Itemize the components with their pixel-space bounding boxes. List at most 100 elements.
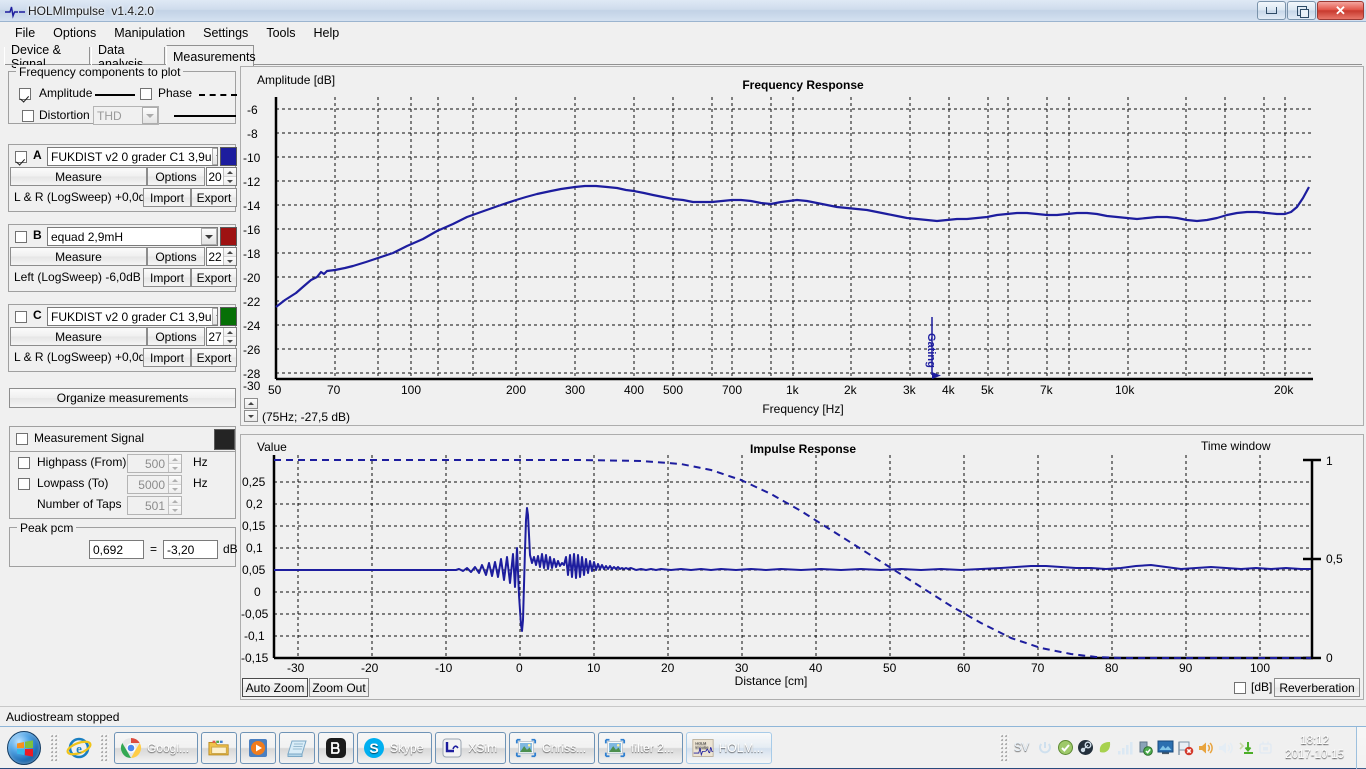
menu-options[interactable]: Options [44, 24, 105, 42]
tray-grip[interactable] [998, 732, 1009, 763]
language-indicator[interactable]: SV [1014, 742, 1029, 754]
taskbar-item-explorer[interactable] [201, 731, 238, 764]
measurement-c-count-spinner[interactable]: 27 [206, 327, 237, 346]
antivirus-icon[interactable] [1055, 738, 1075, 758]
measurement-b-options-button[interactable]: Options [147, 247, 205, 266]
steam-icon[interactable] [1075, 738, 1095, 758]
taskbar-item-holmimpulse[interactable]: HOLM Impulse HOLM... [685, 731, 773, 764]
spinner-arrows[interactable] [168, 497, 181, 514]
distortion-checkbox[interactable] [22, 110, 34, 122]
zoom-out-button[interactable]: Zoom Out [309, 678, 369, 697]
tab-device-signal[interactable]: Device & Signal [4, 43, 90, 71]
phase-checkbox[interactable] [140, 88, 152, 100]
chevron-down-icon[interactable] [211, 148, 217, 165]
menu-file[interactable]: File [6, 24, 44, 42]
taskbar-item-bitwig[interactable] [318, 731, 355, 764]
lowpass-checkbox[interactable] [18, 478, 30, 490]
tab-measurements[interactable]: Measurements [166, 45, 256, 66]
toolbar-grip-2[interactable] [99, 732, 109, 763]
measurement-b-checkbox[interactable] [15, 231, 27, 243]
peak-pcm-db-field[interactable]: -3,20 [163, 540, 218, 559]
taskbar-item-xsim[interactable]: XSim [435, 731, 507, 764]
spinner-arrows[interactable] [168, 476, 181, 493]
measurement-c-checkbox[interactable] [15, 311, 27, 323]
spinner-arrows[interactable] [223, 248, 236, 265]
show-desktop-button[interactable] [1356, 726, 1366, 769]
maximize-button[interactable] [1287, 1, 1316, 20]
lowpass-value-spinner[interactable]: 5000 [127, 475, 182, 494]
clock-date: 2017-10-15 [1285, 748, 1344, 761]
menu-tools[interactable]: Tools [257, 24, 304, 42]
menu-help[interactable]: Help [305, 24, 349, 42]
taskbar-item-chrome[interactable]: Googl... [114, 731, 199, 764]
measurement-a-import-button[interactable]: Import [143, 188, 191, 207]
amplitude-checkbox[interactable] [19, 88, 31, 100]
signal-icon[interactable] [1115, 738, 1135, 758]
spinner-arrows[interactable] [223, 328, 236, 345]
number-of-taps-spinner[interactable]: 501 [127, 496, 182, 515]
reverberation-button[interactable]: Reverberation [1274, 678, 1360, 697]
frequency-response-panel[interactable]: Amplitude [dB] Frequency Response Freque… [240, 66, 1364, 426]
scroll-down-button[interactable] [244, 410, 258, 422]
menu-manipulation[interactable]: Manipulation [105, 24, 194, 42]
clock[interactable]: 18:12 2017-10-15 [1275, 734, 1354, 762]
toolbar-grip[interactable] [49, 732, 59, 763]
peak-pcm-value-field[interactable]: 0,692 [89, 540, 144, 559]
taskbar-item-notepad[interactable] [279, 731, 316, 764]
measurement-c-options-button[interactable]: Options [147, 327, 205, 346]
measurement-a-export-button[interactable]: Export [191, 188, 237, 207]
device-icon[interactable] [1255, 738, 1275, 758]
leaf-icon[interactable] [1095, 738, 1115, 758]
install-icon[interactable] [1235, 738, 1255, 758]
measurement-c-name-combo[interactable]: FUKDIST v2 0 grader C1 3,9u [47, 307, 218, 326]
spinner-arrows[interactable] [223, 168, 236, 185]
measurement-b-import-button[interactable]: Import [143, 268, 191, 287]
auto-zoom-button[interactable]: Auto Zoom [242, 678, 308, 697]
measurement-c-measure-button[interactable]: Measure [10, 327, 147, 346]
chevron-down-icon[interactable] [201, 228, 217, 245]
measurement-b-count-spinner[interactable]: 22 [206, 247, 237, 266]
close-button[interactable]: ✕ [1317, 1, 1364, 20]
impulse-response-panel[interactable]: Value Impulse Response Time window Dista… [240, 434, 1364, 700]
highpass-checkbox[interactable] [18, 457, 30, 469]
measurement-b-measure-button[interactable]: Measure [10, 247, 147, 266]
measurement-b-name-combo[interactable]: equad 2,9mH [47, 227, 218, 246]
measurement-b-export-button[interactable]: Export [191, 268, 237, 287]
measurement-a-measure-button[interactable]: Measure [10, 167, 147, 186]
distortion-type-combo[interactable]: THD [93, 106, 159, 125]
taskbar-item-filter2[interactable]: filter 2... [598, 731, 683, 764]
measurement-signal-checkbox[interactable] [16, 433, 28, 445]
highpass-value-spinner[interactable]: 500 [127, 454, 182, 473]
chevron-down-icon[interactable] [142, 107, 158, 124]
system-tray: SV 18:12 2017-10-15 [996, 726, 1366, 769]
minimize-button[interactable] [1257, 1, 1286, 20]
measurement-a-name-combo[interactable]: FUKDIST v2 0 grader C1 3,9u [47, 147, 218, 166]
flag-alert-icon[interactable] [1175, 738, 1195, 758]
taskbar-item-media-player[interactable] [240, 731, 277, 764]
internet-explorer-icon[interactable]: e [62, 731, 96, 765]
taskbar-item-skype[interactable]: S Skype [357, 731, 433, 764]
tab-data-analysis[interactable]: Data analysis [91, 43, 165, 71]
measurement-a-count-spinner[interactable]: 20 [206, 167, 237, 186]
measurement-a-color-swatch[interactable] [220, 147, 237, 166]
volume2-icon[interactable] [1215, 738, 1235, 758]
measurement-c-color-swatch[interactable] [220, 307, 237, 326]
display-icon[interactable] [1155, 738, 1175, 758]
measurement-a-checkbox[interactable] [15, 151, 27, 163]
spinner-arrows[interactable] [168, 455, 181, 472]
measurement-a-options-button[interactable]: Options [147, 167, 205, 186]
measurement-c-export-button[interactable]: Export [191, 348, 237, 367]
organize-measurements-button[interactable]: Organize measurements [9, 388, 236, 408]
power-icon[interactable] [1035, 738, 1055, 758]
menu-settings[interactable]: Settings [194, 24, 257, 42]
scroll-up-button[interactable] [244, 398, 258, 409]
update-icon[interactable] [1135, 738, 1155, 758]
db-checkbox[interactable] [1234, 682, 1246, 694]
measurement-b-color-swatch[interactable] [220, 227, 237, 246]
measurement-signal-color-swatch[interactable] [214, 429, 235, 450]
chevron-down-icon[interactable] [211, 308, 217, 325]
measurement-c-import-button[interactable]: Import [143, 348, 191, 367]
taskbar-item-chriss[interactable]: Chriss... [509, 731, 596, 764]
start-button[interactable] [2, 728, 46, 768]
volume-icon[interactable] [1195, 738, 1215, 758]
